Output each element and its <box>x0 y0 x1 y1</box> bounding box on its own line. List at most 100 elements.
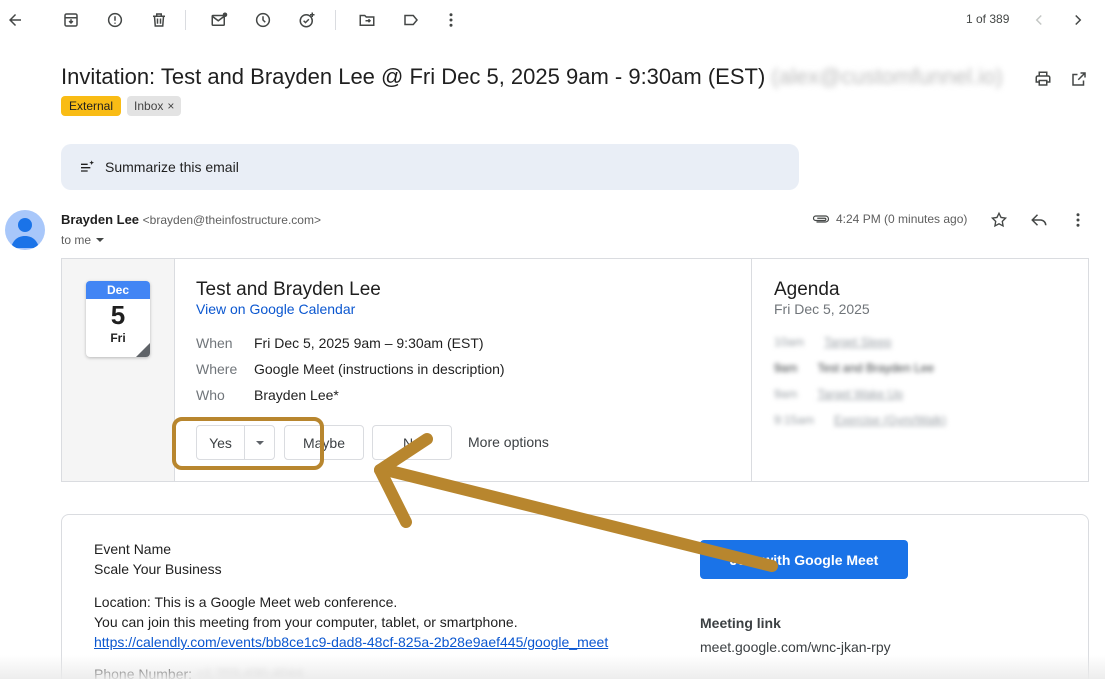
who-value: Brayden Lee* <box>254 387 339 403</box>
event-when-row: When Fri Dec 5, 2025 9am – 9:30am (EST) <box>196 335 484 351</box>
more-button[interactable] <box>437 6 465 34</box>
phone-block: Phone Number: +1 703-430-4044 <box>94 664 303 679</box>
summarize-icon <box>81 160 94 172</box>
where-value: Google Meet (instructions in description… <box>254 361 505 377</box>
dropdown-icon <box>255 440 264 445</box>
more-vert-icon <box>1076 213 1080 227</box>
arrow-left-icon <box>9 14 21 26</box>
trash-icon <box>153 13 165 27</box>
sender-name[interactable]: Brayden Lee <box>61 212 139 227</box>
invitation-card: Dec 5 Fri Test and Brayden Lee View on G… <box>61 258 1089 482</box>
phone-label: Phone Number: <box>94 666 193 679</box>
event-name-block: Event Name Scale Your Business <box>94 539 222 579</box>
recipients-toggle[interactable]: to me <box>61 233 105 247</box>
add-task-button[interactable] <box>293 6 321 34</box>
subject-text: Invitation: Test and Brayden Lee @ Fri D… <box>61 64 766 89</box>
agenda-event[interactable]: Target Sleep <box>824 335 891 349</box>
clock-icon <box>255 12 271 28</box>
reply-icon <box>1031 214 1047 226</box>
event-name-label: Event Name <box>94 541 172 557</box>
label-chips: External Inbox × <box>61 96 182 116</box>
location-block: Location: This is a Google Meet web conf… <box>94 592 608 652</box>
view-calendar-link[interactable]: View on Google Calendar <box>196 301 355 317</box>
where-label: Where <box>196 361 238 377</box>
meeting-link-value[interactable]: meet.google.com/wnc-jkan-rpy <box>700 639 891 655</box>
archive-icon <box>64 13 78 27</box>
email-subject: Invitation: Test and Brayden Lee @ Fri D… <box>61 64 1003 90</box>
who-label: Who <box>196 387 225 403</box>
older-button[interactable] <box>1064 6 1092 34</box>
rsvp-yes-button[interactable]: Yes <box>196 425 245 460</box>
agenda-event[interactable]: Target Wake Up <box>817 387 903 401</box>
back-button[interactable] <box>1 6 29 34</box>
newer-button[interactable] <box>1025 6 1053 34</box>
agenda-item: 9am Test and Brayden Lee <box>774 361 934 375</box>
chevron-left-icon <box>1035 14 1042 26</box>
calendar-day: 5 <box>110 300 126 330</box>
when-value: Fri Dec 5, 2025 9am – 9:30am (EST) <box>254 335 484 351</box>
meeting-link-label: Meeting link <box>700 615 781 631</box>
remove-label-icon[interactable]: × <box>167 99 174 113</box>
calendar-date-icon: Dec 5 Fri <box>86 281 150 357</box>
delete-button[interactable] <box>145 6 173 34</box>
star-icon <box>990 211 1008 228</box>
agenda-time: 10am <box>774 335 805 349</box>
reply-button[interactable] <box>1027 208 1051 232</box>
avatar[interactable] <box>5 210 45 250</box>
agenda-item: 9:15am Exercise (Gym/Walk) <box>774 413 946 427</box>
message-more-button[interactable] <box>1066 208 1090 232</box>
calendar-pane: Dec 5 Fri <box>62 259 175 481</box>
agenda-event[interactable]: Test and Brayden Lee <box>817 361 934 375</box>
sender-line: Brayden Lee <brayden@theinfostructure.co… <box>61 212 321 227</box>
calendar-month: Dec <box>86 281 150 299</box>
event-details-card: Event Name Scale Your Business Location:… <box>61 514 1089 679</box>
page-fold-icon <box>136 343 150 357</box>
move-to-button[interactable] <box>353 6 381 34</box>
summarize-label: Summarize this email <box>105 159 239 175</box>
label-inbox: Inbox × <box>127 96 182 116</box>
agenda-date: Fri Dec 5, 2025 <box>774 301 870 317</box>
rsvp-no-button[interactable]: No <box>372 425 452 460</box>
agenda-item: 10am Target Sleep <box>774 335 891 349</box>
calendly-link[interactable]: https://calendly.com/events/bb8ce1c9-dad… <box>94 634 608 650</box>
event-title: Test and Brayden Lee <box>196 279 381 300</box>
label-inbox-text: Inbox <box>134 99 164 113</box>
chevron-right-icon <box>1075 14 1082 26</box>
agenda-title: Agenda <box>774 279 840 300</box>
pager-text: 1 of 389 <box>966 12 1010 26</box>
toolbar-divider <box>335 10 336 30</box>
toolbar: 1 of 389 <box>0 0 1105 40</box>
rsvp-maybe-button[interactable]: Maybe <box>284 425 364 460</box>
open-in-new-icon <box>1072 72 1086 86</box>
more-vert-icon <box>449 13 453 27</box>
attachment-icon <box>812 215 830 223</box>
rsvp-yes-dropdown[interactable] <box>244 425 275 460</box>
person-icon <box>11 218 39 248</box>
mark-unread-button[interactable] <box>205 6 233 34</box>
report-icon <box>107 12 123 28</box>
print-button[interactable] <box>1032 68 1054 90</box>
mail-unread-icon <box>211 12 228 26</box>
subject-redacted: (alex@customfunnel.io) <box>771 64 1003 89</box>
star-button[interactable] <box>987 208 1011 232</box>
to-me-label: to me <box>61 233 92 247</box>
folder-move-icon <box>359 14 375 26</box>
dropdown-icon <box>96 238 105 242</box>
label-external: External <box>61 96 122 116</box>
agenda-item: 9am Target Wake Up <box>774 387 903 401</box>
when-label: When <box>196 335 233 351</box>
message-meta: 4:24 PM (0 minutes ago) <box>812 212 967 226</box>
agenda-event[interactable]: Exercise (Gym/Walk) <box>834 413 946 427</box>
agenda-time: 9am <box>774 361 798 375</box>
labels-button[interactable] <box>397 6 425 34</box>
archive-button[interactable] <box>57 6 85 34</box>
message-time: 4:24 PM (0 minutes ago) <box>836 212 968 226</box>
open-new-window-button[interactable] <box>1068 68 1090 90</box>
more-options-link[interactable]: More options <box>468 434 549 450</box>
snooze-button[interactable] <box>249 6 277 34</box>
report-spam-button[interactable] <box>101 6 129 34</box>
add-task-icon <box>299 12 315 28</box>
phone-redacted: +1 703-430-4044 <box>195 666 303 679</box>
join-google-meet-button[interactable]: Join with Google Meet <box>700 540 908 579</box>
summarize-button[interactable]: Summarize this email <box>61 144 799 190</box>
